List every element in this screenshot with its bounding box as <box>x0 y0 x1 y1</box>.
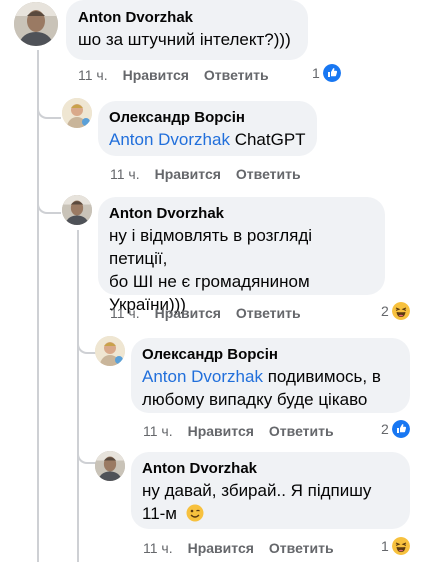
comment-text-line: бо ШІ не є громадянином <box>109 272 310 291</box>
comment-text-line: ну давай, збирай.. Я підпишу <box>142 481 372 500</box>
comment-text-line: любому випадку буде цікаво <box>142 390 368 409</box>
wink-emoji-icon <box>186 504 204 522</box>
avatar[interactable] <box>14 2 58 46</box>
reaction-summary[interactable]: 2 <box>381 420 410 438</box>
avatar-photo-icon <box>62 195 92 225</box>
avatar-photo-icon <box>14 2 58 46</box>
thread-elbow <box>37 85 61 119</box>
comment-timestamp[interactable]: 11 ч. <box>78 67 108 83</box>
comment-actions: 11 ч. Нравится Ответить <box>110 165 301 183</box>
comment-text-body: подивимось, в <box>267 367 381 386</box>
like-button[interactable]: Нравится <box>155 305 221 321</box>
avatar[interactable] <box>95 451 125 481</box>
comment-actions: 11 ч. Нравится Ответить <box>143 539 334 557</box>
comment-timestamp[interactable]: 11 ч. <box>143 423 173 439</box>
reply-button[interactable]: Ответить <box>269 423 334 439</box>
reply-button[interactable]: Ответить <box>269 540 334 556</box>
comment-text-line-2: 11-м <box>142 502 399 525</box>
mention-link[interactable]: Anton Dvorzhak <box>109 130 230 149</box>
avatar[interactable] <box>62 195 92 225</box>
reaction-summary[interactable]: 2 <box>381 302 410 320</box>
comment-timestamp[interactable]: 11 ч. <box>110 166 140 182</box>
like-button[interactable]: Нравится <box>123 67 189 83</box>
comment-bubble: Олександр Ворсін Anton Dvorzhak ChatGPT <box>98 101 317 156</box>
comment-timestamp[interactable]: 11 ч. <box>143 540 173 556</box>
comment-text-line: 11-м <box>142 504 177 523</box>
reply-button[interactable]: Ответить <box>236 166 301 182</box>
reaction-count: 2 <box>381 421 389 437</box>
like-button[interactable]: Нравится <box>155 166 221 182</box>
comment-bubble: Anton Dvorzhak ну і відмовлять в розгляд… <box>98 197 385 314</box>
comment-actions: 11 ч. Нравится Ответить <box>78 66 269 84</box>
comment-author[interactable]: Anton Dvorzhak <box>78 8 296 28</box>
thread-line <box>37 50 39 562</box>
comment-author[interactable]: Олександр Ворсін <box>109 108 306 128</box>
comment-text: Anton Dvorzhak ChatGPT <box>109 128 306 151</box>
thread-elbow <box>77 320 97 354</box>
comment-author[interactable]: Anton Dvorzhak <box>142 459 399 479</box>
comment-text-body: ChatGPT <box>234 130 306 149</box>
reaction-count: 1 <box>381 538 389 554</box>
reply-button[interactable]: Ответить <box>204 67 269 83</box>
avatar-photo-icon <box>95 451 125 481</box>
avatar[interactable] <box>62 98 92 128</box>
mention-link[interactable]: Anton Dvorzhak <box>142 367 263 386</box>
reply-button[interactable]: Ответить <box>236 305 301 321</box>
like-icon <box>322 64 341 82</box>
comment-author[interactable]: Anton Dvorzhak <box>109 204 374 224</box>
comment-author[interactable]: Олександр Ворсін <box>142 345 399 365</box>
thread-elbow <box>77 430 97 464</box>
reaction-count: 1 <box>312 65 320 81</box>
haha-icon <box>391 302 410 320</box>
haha-icon <box>391 537 410 555</box>
comment-bubble: Anton Dvorzhak ну давай, збирай.. Я підп… <box>131 452 410 529</box>
comment-bubble: Anton Dvorzhak шо за штучний інтелект?))… <box>66 0 308 60</box>
comment-text-line: ну і відмовлять в розгляді петиції, <box>109 226 313 268</box>
like-button[interactable]: Нравится <box>188 423 254 439</box>
reaction-count: 2 <box>381 303 389 319</box>
like-icon <box>391 420 410 438</box>
comment-timestamp[interactable]: 11 ч. <box>110 305 140 321</box>
thread-line <box>77 230 79 562</box>
thread-elbow <box>37 180 61 214</box>
comment-actions: 11 ч. Нравится Ответить <box>110 304 301 322</box>
reaction-summary[interactable]: 1 <box>381 537 410 555</box>
comment-text: шо за штучний інтелект?))) <box>78 30 291 49</box>
reaction-summary[interactable]: 1 <box>312 64 341 82</box>
avatar[interactable] <box>95 336 125 366</box>
comment-bubble: Олександр Ворсін Anton Dvorzhak подивимо… <box>131 338 410 413</box>
comment-text: Anton Dvorzhak подивимось, в <box>142 365 399 388</box>
avatar-photo-icon <box>62 98 92 128</box>
like-button[interactable]: Нравится <box>188 540 254 556</box>
avatar-photo-icon <box>95 336 125 366</box>
comment-actions: 11 ч. Нравится Ответить <box>143 422 334 440</box>
